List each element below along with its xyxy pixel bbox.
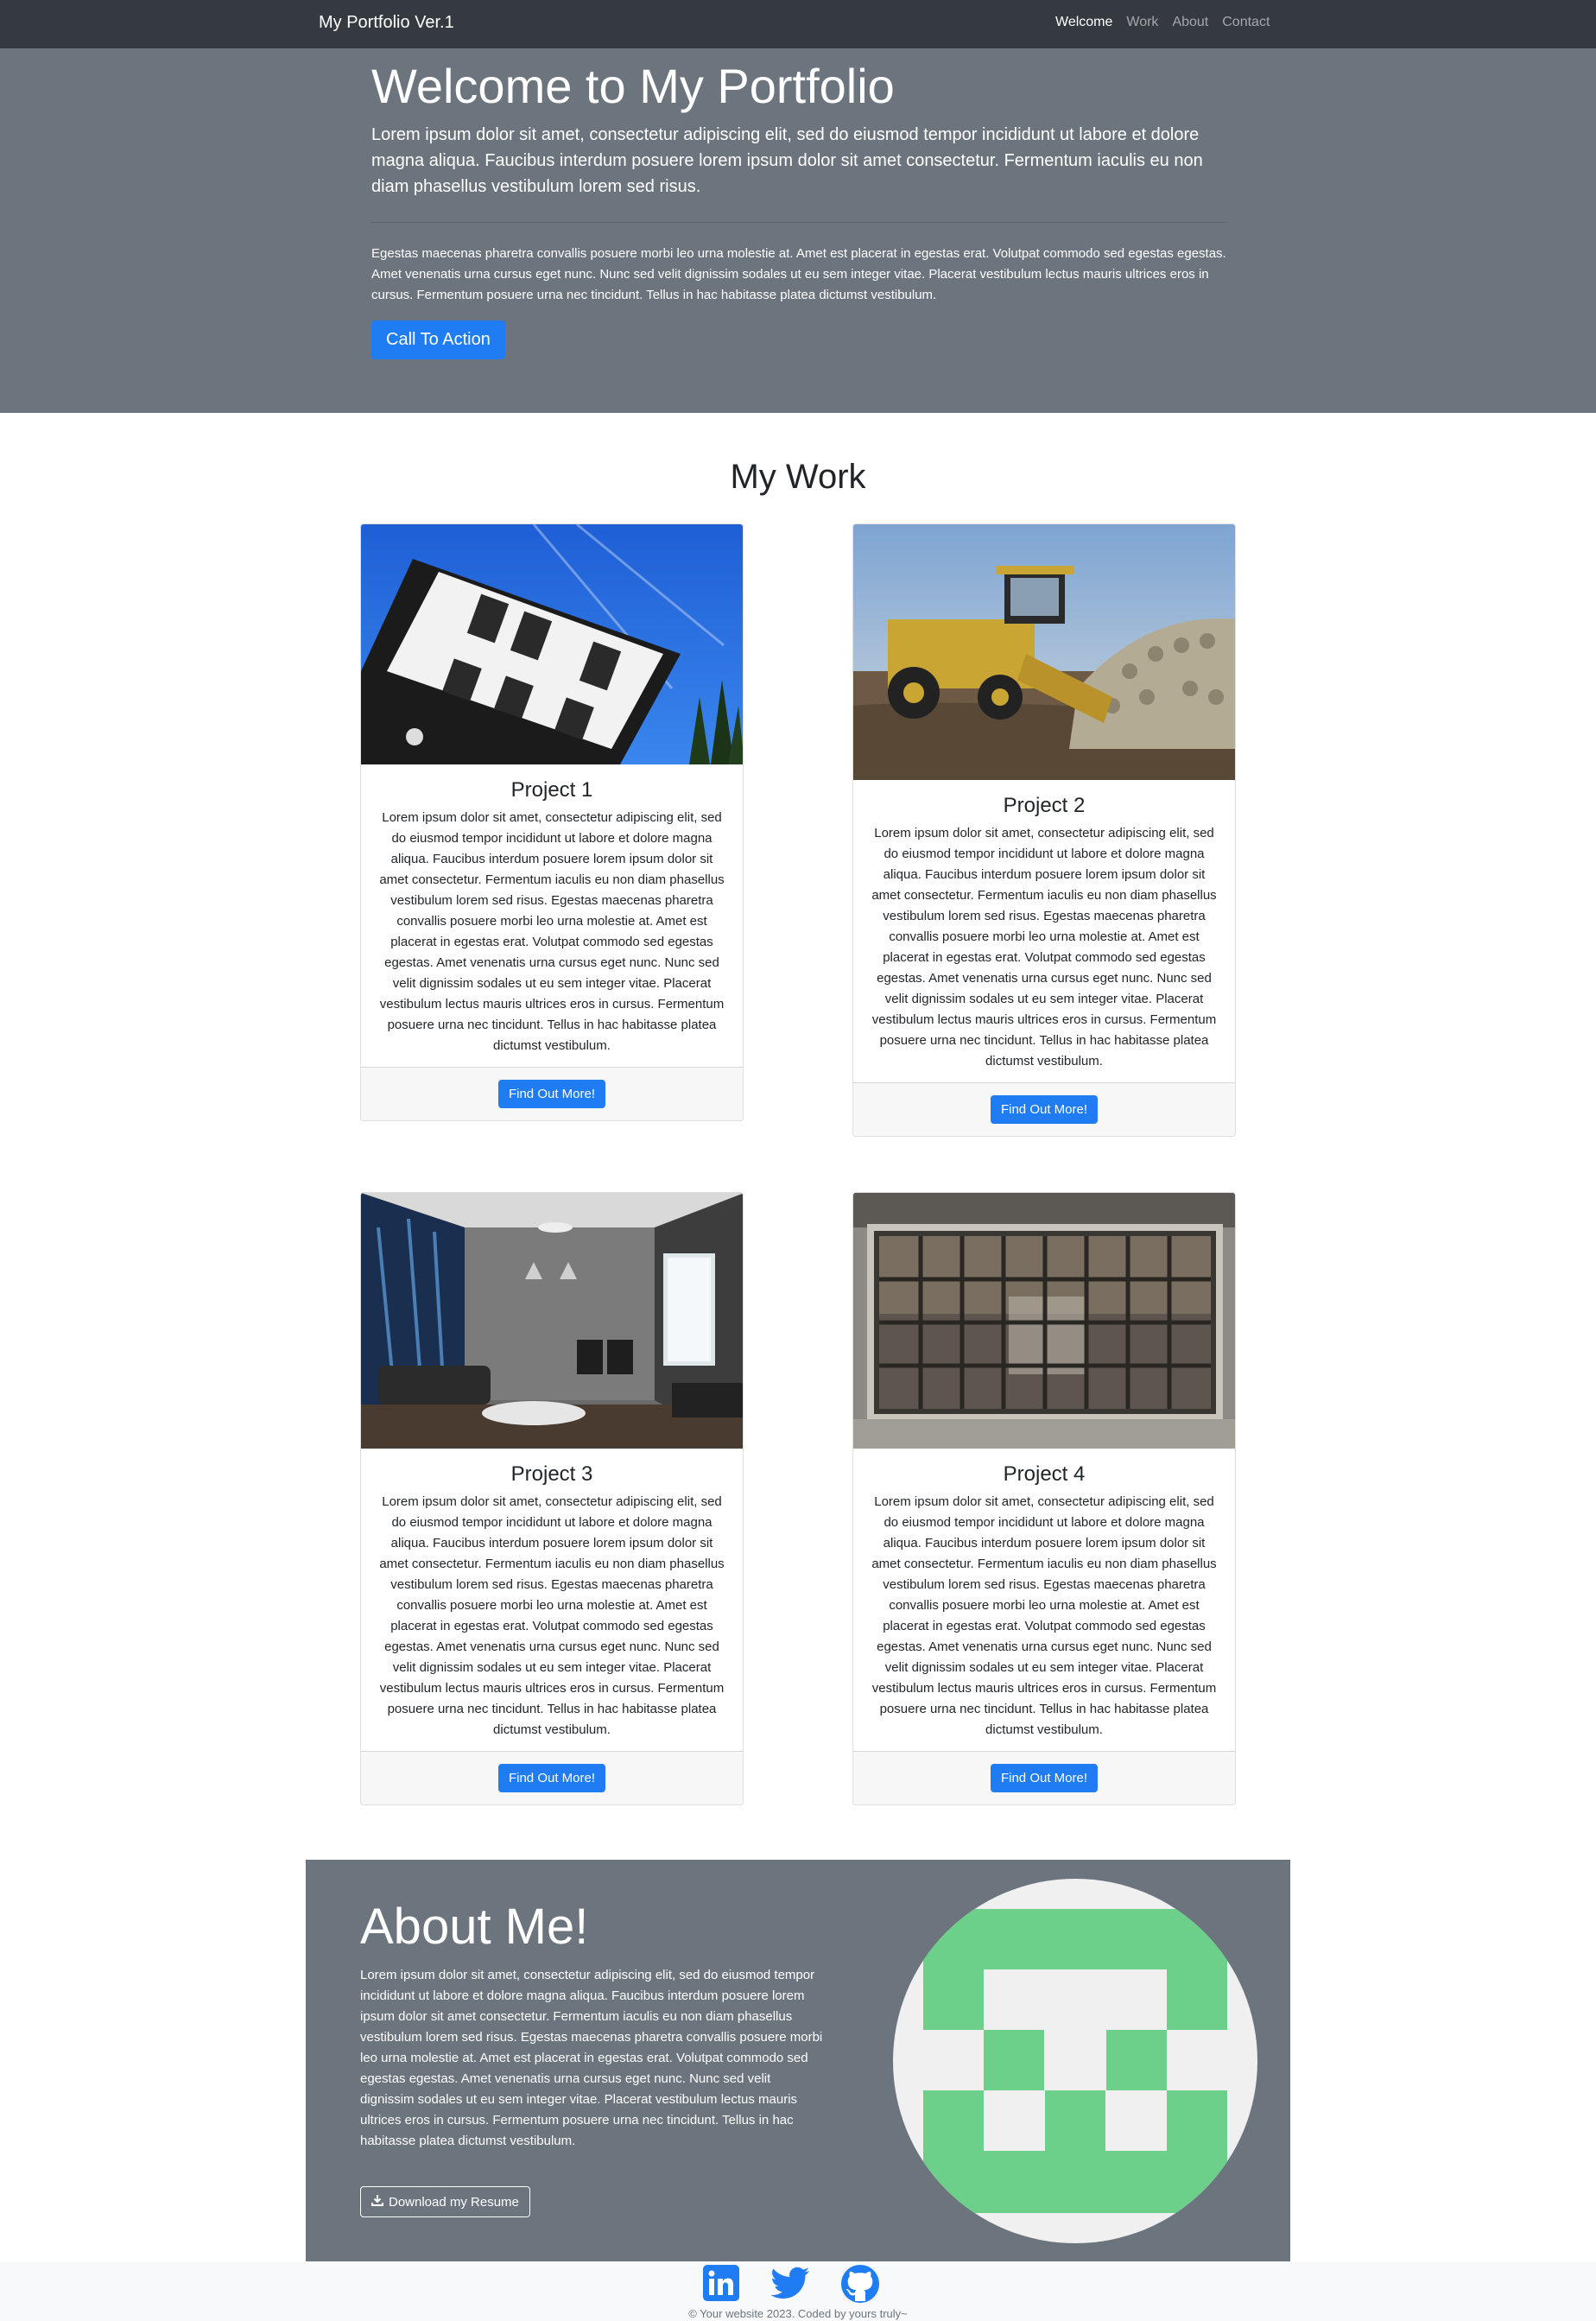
- card-footer: Find Out More!: [361, 1067, 743, 1120]
- hero-lead: Lorem ipsum dolor sit amet, consectetur …: [371, 125, 1203, 197]
- navbar: My Portfolio Ver.1 Welcome Work About Co…: [0, 0, 1596, 48]
- card-footer: Find Out More!: [361, 1751, 743, 1804]
- find-out-more-button[interactable]: Find Out More!: [497, 1080, 606, 1108]
- project-title: Project 4: [1003, 1462, 1086, 1486]
- about-text: Lorem ipsum dolor sit amet, consectetur …: [360, 1968, 823, 2148]
- hero-body: Egestas maecenas pharetra convallis posu…: [371, 246, 1226, 303]
- identicon-avatar: [893, 1879, 1257, 2243]
- about-section: About Me! Lorem ipsum dolor sit amet, co…: [306, 1860, 1290, 2261]
- find-out-more-button[interactable]: Find Out More!: [990, 1764, 1099, 1792]
- nav-link-contact[interactable]: Contact: [1222, 15, 1270, 30]
- harvester-machine-photo: [853, 524, 1235, 780]
- old-window-photo: [853, 1193, 1235, 1449]
- find-out-more-button[interactable]: Find Out More!: [990, 1095, 1099, 1124]
- download-resume-label: Download my Resume: [389, 2194, 519, 2210]
- project-title: Project 3: [510, 1462, 593, 1486]
- project-description: Lorem ipsum dolor sit amet, consectetur …: [379, 1494, 725, 1737]
- project-title: Project 1: [510, 778, 593, 802]
- project-description: Lorem ipsum dolor sit amet, consectetur …: [379, 810, 725, 1053]
- footer-copyright: © Your website 2023. Coded by yours trul…: [688, 2307, 908, 2320]
- project-card: Project 1 Lorem ipsum dolor sit amet, co…: [360, 523, 744, 1121]
- navbar-brand[interactable]: My Portfolio Ver.1: [319, 13, 454, 33]
- nav-link-work[interactable]: Work: [1126, 15, 1158, 30]
- nav-link-about[interactable]: About: [1172, 15, 1208, 30]
- about-title: About Me!: [360, 1899, 589, 1955]
- project-description: Lorem ipsum dolor sit amet, consectetur …: [871, 1494, 1217, 1737]
- project-title: Project 2: [1003, 794, 1086, 817]
- github-icon[interactable]: [840, 2264, 880, 2308]
- twitter-icon[interactable]: [770, 2264, 811, 2306]
- project-description: Lorem ipsum dolor sit amet, consectetur …: [871, 826, 1217, 1069]
- hero-jumbotron: Welcome to My Portfolio Lorem ipsum dolo…: [0, 48, 1596, 413]
- nav-links: Welcome Work About Contact: [1055, 15, 1283, 30]
- nav-link-welcome[interactable]: Welcome: [1055, 15, 1112, 30]
- work-section-title: My Work: [730, 458, 866, 496]
- linkedin-icon[interactable]: [702, 2264, 740, 2306]
- download-icon: [371, 2194, 383, 2210]
- download-resume-button[interactable]: Download my Resume: [360, 2186, 530, 2217]
- hero-title: Welcome to My Portfolio: [371, 59, 895, 113]
- card-footer: Find Out More!: [853, 1082, 1235, 1136]
- hero-divider: [371, 222, 1226, 224]
- upside-down-house-photo: [361, 524, 743, 764]
- find-out-more-button[interactable]: Find Out More!: [497, 1764, 606, 1792]
- card-footer: Find Out More!: [853, 1751, 1235, 1804]
- footer: © Your website 2023. Coded by yours trul…: [0, 2261, 1596, 2321]
- project-card: Project 4 Lorem ipsum dolor sit amet, co…: [852, 1192, 1236, 1805]
- living-room-photo: [361, 1193, 743, 1449]
- project-card: Project 3 Lorem ipsum dolor sit amet, co…: [360, 1192, 744, 1805]
- project-card: Project 2 Lorem ipsum dolor sit amet, co…: [852, 523, 1236, 1137]
- call-to-action-button[interactable]: Call To Action: [371, 320, 505, 360]
